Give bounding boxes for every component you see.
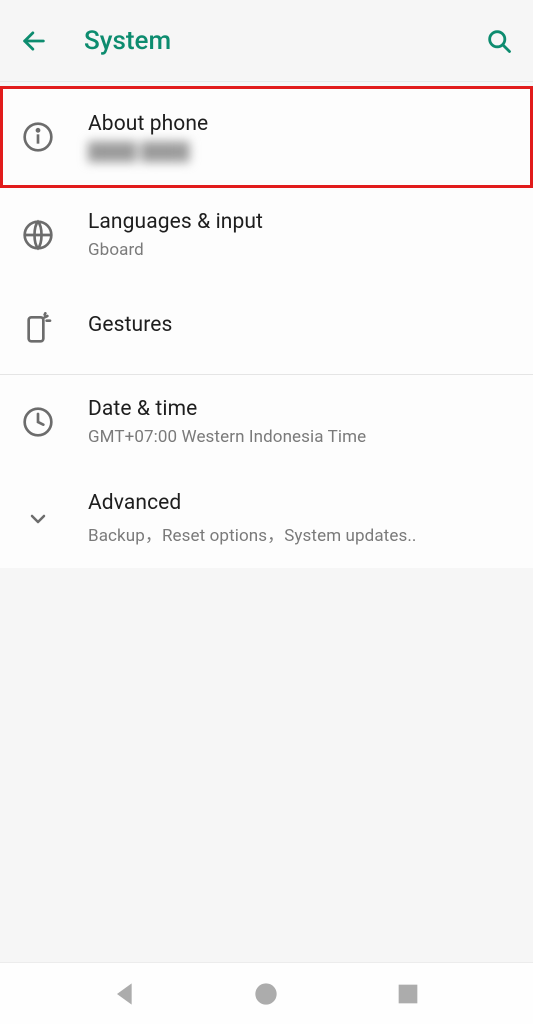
- date-time-item[interactable]: Date & time GMT+07:00 Western Indonesia …: [0, 375, 533, 469]
- clock-icon: [22, 406, 54, 438]
- languages-input-item[interactable]: Languages & input Gboard: [0, 188, 533, 282]
- nav-recent-icon[interactable]: [392, 978, 424, 1010]
- nav-bar: [0, 962, 533, 1024]
- gestures-icon: [22, 312, 54, 344]
- nav-home-icon[interactable]: [250, 978, 282, 1010]
- item-title: Languages & input: [88, 210, 511, 234]
- item-subtitle: Gboard: [88, 240, 511, 260]
- advanced-item[interactable]: Advanced Backup，Reset options，System upd…: [0, 469, 533, 568]
- page-title: System: [84, 26, 485, 56]
- nav-back-icon[interactable]: [109, 978, 141, 1010]
- app-header: System: [0, 0, 533, 82]
- item-title: About phone: [88, 112, 511, 136]
- info-icon: [22, 121, 54, 153]
- chevron-down-icon: [26, 507, 50, 531]
- item-title: Gestures: [88, 313, 511, 337]
- gestures-item[interactable]: Gestures: [0, 282, 533, 374]
- item-title: Date & time: [88, 397, 511, 421]
- item-subtitle: Backup，Reset options，System updates..: [88, 521, 511, 546]
- about-phone-item[interactable]: About phone ████ ████: [0, 86, 533, 188]
- globe-icon: [22, 219, 54, 251]
- settings-list: About phone ████ ████ Languages & input …: [0, 86, 533, 568]
- item-title: Advanced: [88, 491, 511, 515]
- item-subtitle: GMT+07:00 Western Indonesia Time: [88, 427, 511, 447]
- item-subtitle: ████ ████: [88, 142, 511, 162]
- back-arrow-icon[interactable]: [20, 27, 48, 55]
- search-icon[interactable]: [485, 27, 513, 55]
